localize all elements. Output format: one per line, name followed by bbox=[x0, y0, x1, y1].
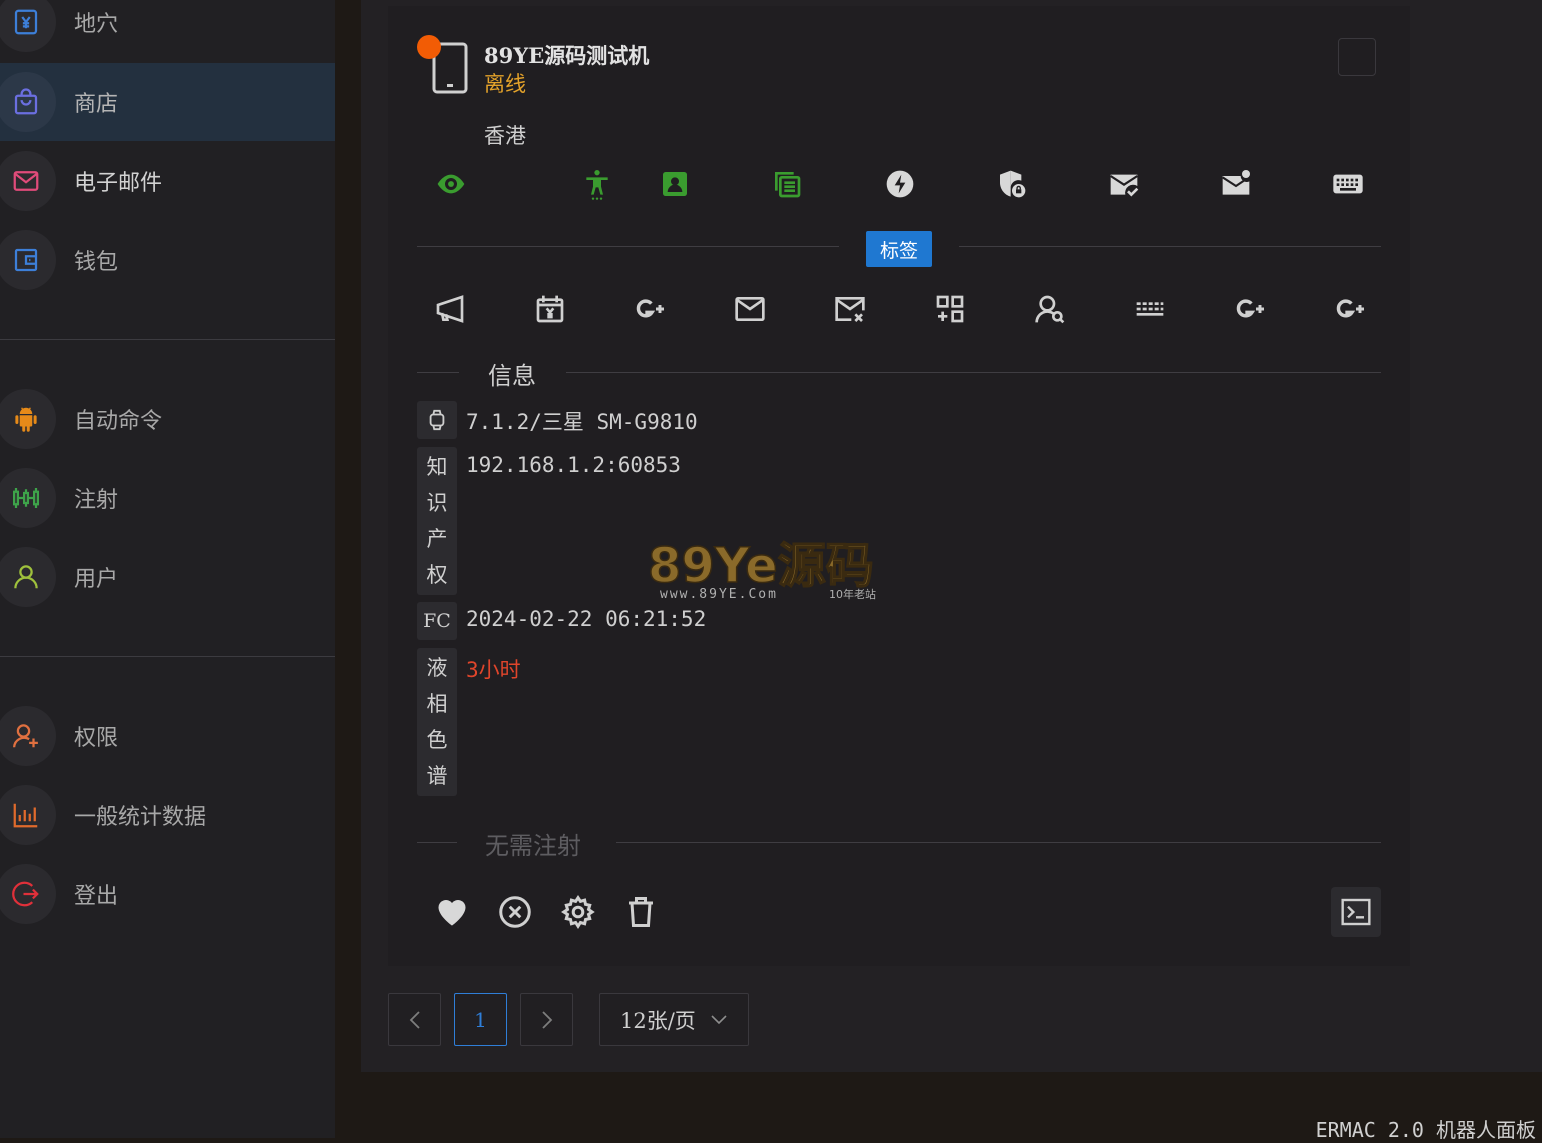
device-card bbox=[388, 6, 1410, 966]
sidebar-item-label: 商店 bbox=[74, 92, 119, 117]
sidebar-item-label: 一般统计数据 bbox=[74, 805, 207, 830]
svg-text:10年老站: 10年老站 bbox=[829, 587, 876, 601]
device-status: 离线 bbox=[484, 72, 526, 96]
sidebar-item-label: 用户 bbox=[74, 567, 119, 592]
tags-label[interactable]: 标签 bbox=[866, 231, 932, 267]
terminal-icon bbox=[1341, 898, 1371, 926]
sidebar-item-wallet[interactable]: 钱包 bbox=[0, 221, 335, 299]
info-os-value: 7.1.2/三星 SM-G9810 bbox=[466, 410, 698, 434]
injections-divider-right bbox=[616, 842, 1381, 843]
sidebar-divider bbox=[0, 339, 335, 340]
sidebar-item-label: 权限 bbox=[74, 726, 119, 751]
megaphone-icon[interactable] bbox=[425, 287, 475, 331]
android-icon bbox=[0, 389, 56, 449]
calendar-yen-icon[interactable] bbox=[525, 287, 575, 331]
grid-add-icon[interactable] bbox=[925, 287, 975, 331]
heart-icon[interactable] bbox=[420, 890, 483, 934]
google-plus-icon[interactable] bbox=[1225, 287, 1275, 331]
injections-title: 无需注射 bbox=[485, 832, 581, 860]
mail-check-icon[interactable] bbox=[1104, 162, 1144, 206]
mail-notification-icon[interactable] bbox=[1144, 162, 1328, 206]
page-size-value: 12张/页 bbox=[620, 1008, 696, 1033]
info-badge-time: 液 相 色 谱 bbox=[417, 648, 457, 796]
sidebar-item-permissions[interactable]: 权限 bbox=[0, 697, 335, 775]
tags-divider-left bbox=[417, 246, 839, 247]
mail-icon bbox=[0, 151, 56, 211]
sidebar-item-users[interactable]: 用户 bbox=[0, 538, 335, 616]
sidebar-item-auto-commands[interactable]: 自动命令 bbox=[0, 380, 335, 458]
sidebar-item-label: 自动命令 bbox=[74, 409, 163, 434]
sidebar-item-injections[interactable]: 注射 bbox=[0, 459, 335, 537]
device-country: 香港 bbox=[484, 124, 526, 148]
status-dot bbox=[417, 35, 441, 59]
eye-icon[interactable] bbox=[417, 162, 484, 206]
device-actions-row-5 bbox=[1328, 162, 1368, 206]
device-actions-row-4 bbox=[1104, 162, 1328, 206]
sidebar-item-label: 电子邮件 bbox=[74, 171, 163, 196]
trash-icon[interactable] bbox=[609, 890, 672, 934]
info-badge-ip: 知 识 产 权 bbox=[417, 447, 457, 595]
user-icon bbox=[0, 547, 56, 607]
sidebar: 地穴 商店 电子邮件 钱包 自动命令 注射 用户 权限 一般统计数据 登出 bbox=[0, 0, 335, 1138]
keyboard-icon[interactable] bbox=[1328, 162, 1368, 206]
sidebar-item-label: 登出 bbox=[74, 884, 119, 909]
shopping-bag-icon bbox=[0, 72, 56, 132]
flash-icon[interactable] bbox=[880, 162, 920, 206]
info-time-value: 3小时 bbox=[466, 658, 521, 682]
page-size-select[interactable]: 12张/页 bbox=[599, 993, 749, 1046]
sidebar-item-label: 钱包 bbox=[74, 250, 119, 275]
wallet-icon bbox=[0, 230, 56, 290]
chevron-down-icon bbox=[711, 1014, 727, 1024]
google-plus-icon[interactable] bbox=[1325, 287, 1375, 331]
logout-icon bbox=[0, 864, 56, 924]
sidebar-divider bbox=[0, 656, 335, 657]
footer-brand: ERMAC 2.0 机器人面板 bbox=[1315, 1118, 1536, 1142]
android-watch-icon bbox=[417, 401, 457, 439]
close-circle-icon[interactable] bbox=[483, 890, 546, 934]
info-ip-value: 192.168.1.2:60853 bbox=[466, 453, 681, 477]
info-divider-right bbox=[566, 372, 1381, 373]
yen-document-icon bbox=[0, 0, 56, 52]
site-watermark-logo: 89Ye源码 www.89YE.Com 10年老站 bbox=[647, 537, 876, 602]
tags-divider-right bbox=[959, 246, 1381, 247]
sidebar-item-crypt[interactable]: 地穴 bbox=[0, 0, 335, 61]
svg-text:www.89YE.Com: www.89YE.Com bbox=[660, 587, 778, 602]
sidebar-item-label: 注射 bbox=[74, 488, 119, 513]
contact-card-icon[interactable] bbox=[655, 162, 695, 206]
chevron-left-icon bbox=[409, 1010, 420, 1029]
device-actions-row-2 bbox=[655, 162, 879, 206]
info-divider-left bbox=[417, 372, 459, 373]
card-actions-row bbox=[420, 890, 672, 934]
device-actions-row-3 bbox=[880, 162, 1104, 206]
google-plus-icon[interactable] bbox=[625, 287, 675, 331]
shield-lock-icon[interactable] bbox=[920, 162, 1104, 206]
info-title: 信息 bbox=[488, 362, 536, 390]
sidebar-item-logout[interactable]: 登出 bbox=[0, 855, 335, 933]
svg-text:89Ye源码: 89Ye源码 bbox=[648, 538, 874, 594]
sidebar-item-statistics[interactable]: 一般统计数据 bbox=[0, 776, 335, 854]
prev-page-button[interactable] bbox=[388, 993, 441, 1046]
sidebar-item-label: 地穴 bbox=[74, 12, 119, 37]
sidebar-item-email[interactable]: 电子邮件 bbox=[0, 142, 335, 220]
sms-list-icon[interactable] bbox=[695, 162, 879, 206]
page-number-button[interactable]: 1 bbox=[454, 993, 507, 1046]
bar-chart-icon bbox=[0, 785, 56, 845]
device-name: 89YE源码测试机 bbox=[484, 43, 650, 68]
users-search-icon[interactable] bbox=[1025, 287, 1075, 331]
dialpad-icon[interactable] bbox=[1125, 287, 1175, 331]
mail-outline-icon[interactable] bbox=[725, 287, 775, 331]
gear-icon[interactable] bbox=[546, 890, 609, 934]
user-plus-icon bbox=[0, 706, 56, 766]
injections-divider-left bbox=[417, 842, 457, 843]
next-page-button[interactable] bbox=[520, 993, 573, 1046]
select-checkbox[interactable] bbox=[1338, 38, 1376, 76]
mail-x-icon[interactable] bbox=[825, 287, 875, 331]
tags-icon-row bbox=[425, 287, 1375, 331]
sidebar-item-store[interactable]: 商店 bbox=[0, 63, 335, 141]
chevron-right-icon bbox=[541, 1010, 552, 1029]
info-date-value: 2024-02-22 06:21:52 bbox=[466, 607, 707, 631]
terminal-button[interactable] bbox=[1331, 887, 1381, 937]
info-badge-fc: FC bbox=[417, 602, 457, 640]
syringe-bars-icon bbox=[0, 468, 56, 528]
